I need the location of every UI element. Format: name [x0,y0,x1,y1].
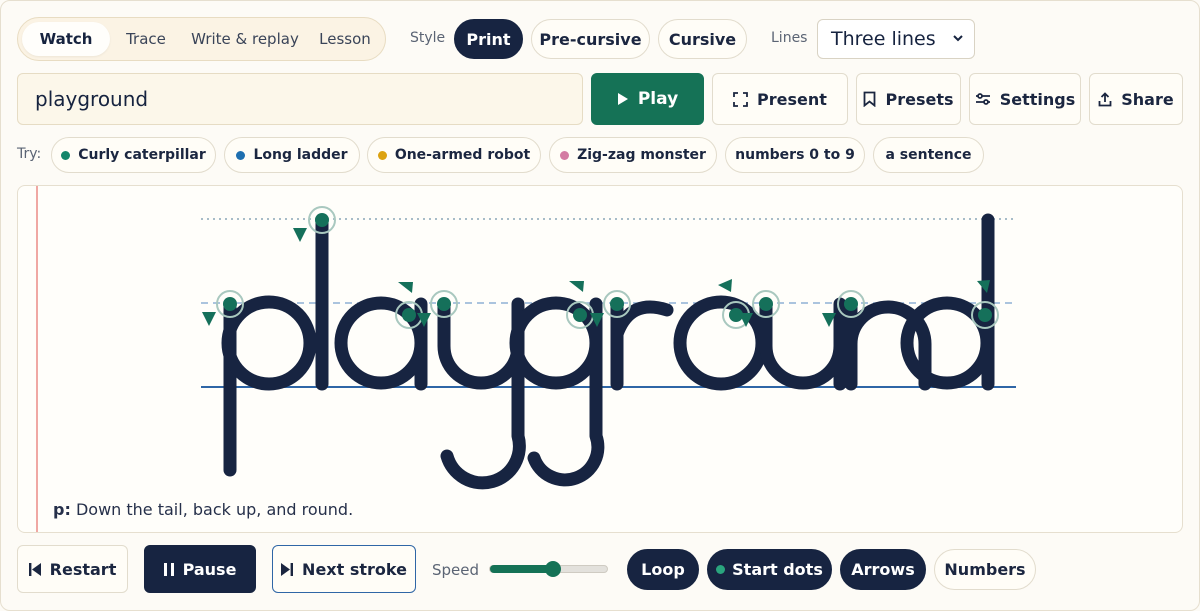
try-item-label: numbers 0 to 9 [735,147,855,163]
play-icon [617,93,628,105]
stroke-hint-letter: p: [53,500,71,519]
tab-write-replay[interactable]: Write & replay [182,22,308,56]
bookmark-icon [864,91,876,107]
lines-select[interactable]: Three lines [817,19,975,59]
lines-label: Lines [771,30,808,46]
start-dots-toggle-label: Start dots [732,560,823,579]
arrows-toggle-label: Arrows [851,560,915,579]
share-button[interactable]: Share [1089,73,1183,125]
style-print-button[interactable]: Print [454,19,523,59]
settings-button-label: Settings [999,89,1076,109]
numbers-toggle-label: Numbers [944,560,1026,579]
style-label: Style [410,30,446,46]
next-stroke-button[interactable]: Next stroke [272,545,416,593]
share-button-label: Share [1121,89,1174,109]
restart-button-label: Restart [49,559,117,579]
try-zig-zag-monster[interactable]: Zig-zag monster [549,137,717,173]
speed-label: Speed [432,561,480,579]
arrows-toggle[interactable]: Arrows [840,549,926,590]
lines-select-value: Three lines [831,28,936,50]
restart-button[interactable]: Restart [17,545,128,593]
pause-icon [163,562,174,576]
stroke-hint: p: Down the tail, back up, and round. [53,500,353,519]
speed-slider-thumb[interactable] [545,561,561,577]
play-button-label: Play [637,89,679,109]
next-stroke-button-label: Next stroke [302,559,407,579]
settings-button[interactable]: Settings [969,73,1081,125]
start-dots-toggle[interactable]: Start dots [707,549,832,590]
try-item-label: Curly caterpillar [78,147,206,163]
try-numbers[interactable]: numbers 0 to 9 [725,137,865,173]
fullscreen-icon [733,91,748,107]
pause-button[interactable]: Pause [144,545,256,593]
style-pre-cursive-button[interactable]: Pre-cursive [531,19,650,59]
play-button[interactable]: Play [591,73,704,125]
try-item-label: One-armed robot [394,147,531,163]
loop-toggle[interactable]: Loop [627,549,699,590]
loop-toggle-label: Loop [641,560,685,579]
try-item-label: a sentence [885,147,972,163]
glyph-y-right [440,297,526,490]
try-item-label: Zig-zag monster [577,147,706,163]
handwriting-svg [201,206,1016,490]
dot-icon [716,565,726,574]
try-one-armed-robot[interactable]: One-armed robot [367,137,541,173]
mode-tabs: Watch Trace Write & replay Lesson [17,17,386,61]
try-sentence[interactable]: a sentence [873,137,984,173]
tab-lesson[interactable]: Lesson [308,22,382,56]
tab-watch[interactable]: Watch [22,22,110,56]
try-curly-caterpillar[interactable]: Curly caterpillar [51,137,216,173]
writing-canvas[interactable]: p: Down the tail, back up, and round. [17,185,1183,533]
dot-icon [377,150,387,160]
try-item-label: Long ladder [253,147,348,163]
skip-forward-icon [281,562,294,576]
numbers-toggle[interactable]: Numbers [934,549,1036,590]
tab-trace[interactable]: Trace [110,22,182,56]
dot-icon [560,150,570,160]
dot-icon [61,150,71,160]
stroke-hint-text: Down the tail, back up, and round. [75,500,354,519]
skip-back-icon [28,562,41,576]
glyph-r [610,297,674,391]
speed-slider[interactable] [489,561,608,577]
share-icon [1098,91,1112,106]
style-cursive-button[interactable]: Cursive [658,19,747,59]
glyph-y-left [437,297,525,390]
present-button-label: Present [757,89,827,109]
try-long-ladder[interactable]: Long ladder [224,137,360,173]
chevron-down-icon [953,35,963,42]
presets-button-label: Presets [885,89,954,109]
try-label: Try: [17,146,42,162]
word-input-value: playground [35,87,149,111]
present-button[interactable]: Present [712,73,848,125]
sliders-icon [975,93,990,105]
pause-button-label: Pause [182,559,237,579]
dot-icon [236,150,246,160]
presets-button[interactable]: Presets [856,73,961,125]
glyph-p-bowl [221,295,317,391]
word-input[interactable]: playground [17,73,583,125]
